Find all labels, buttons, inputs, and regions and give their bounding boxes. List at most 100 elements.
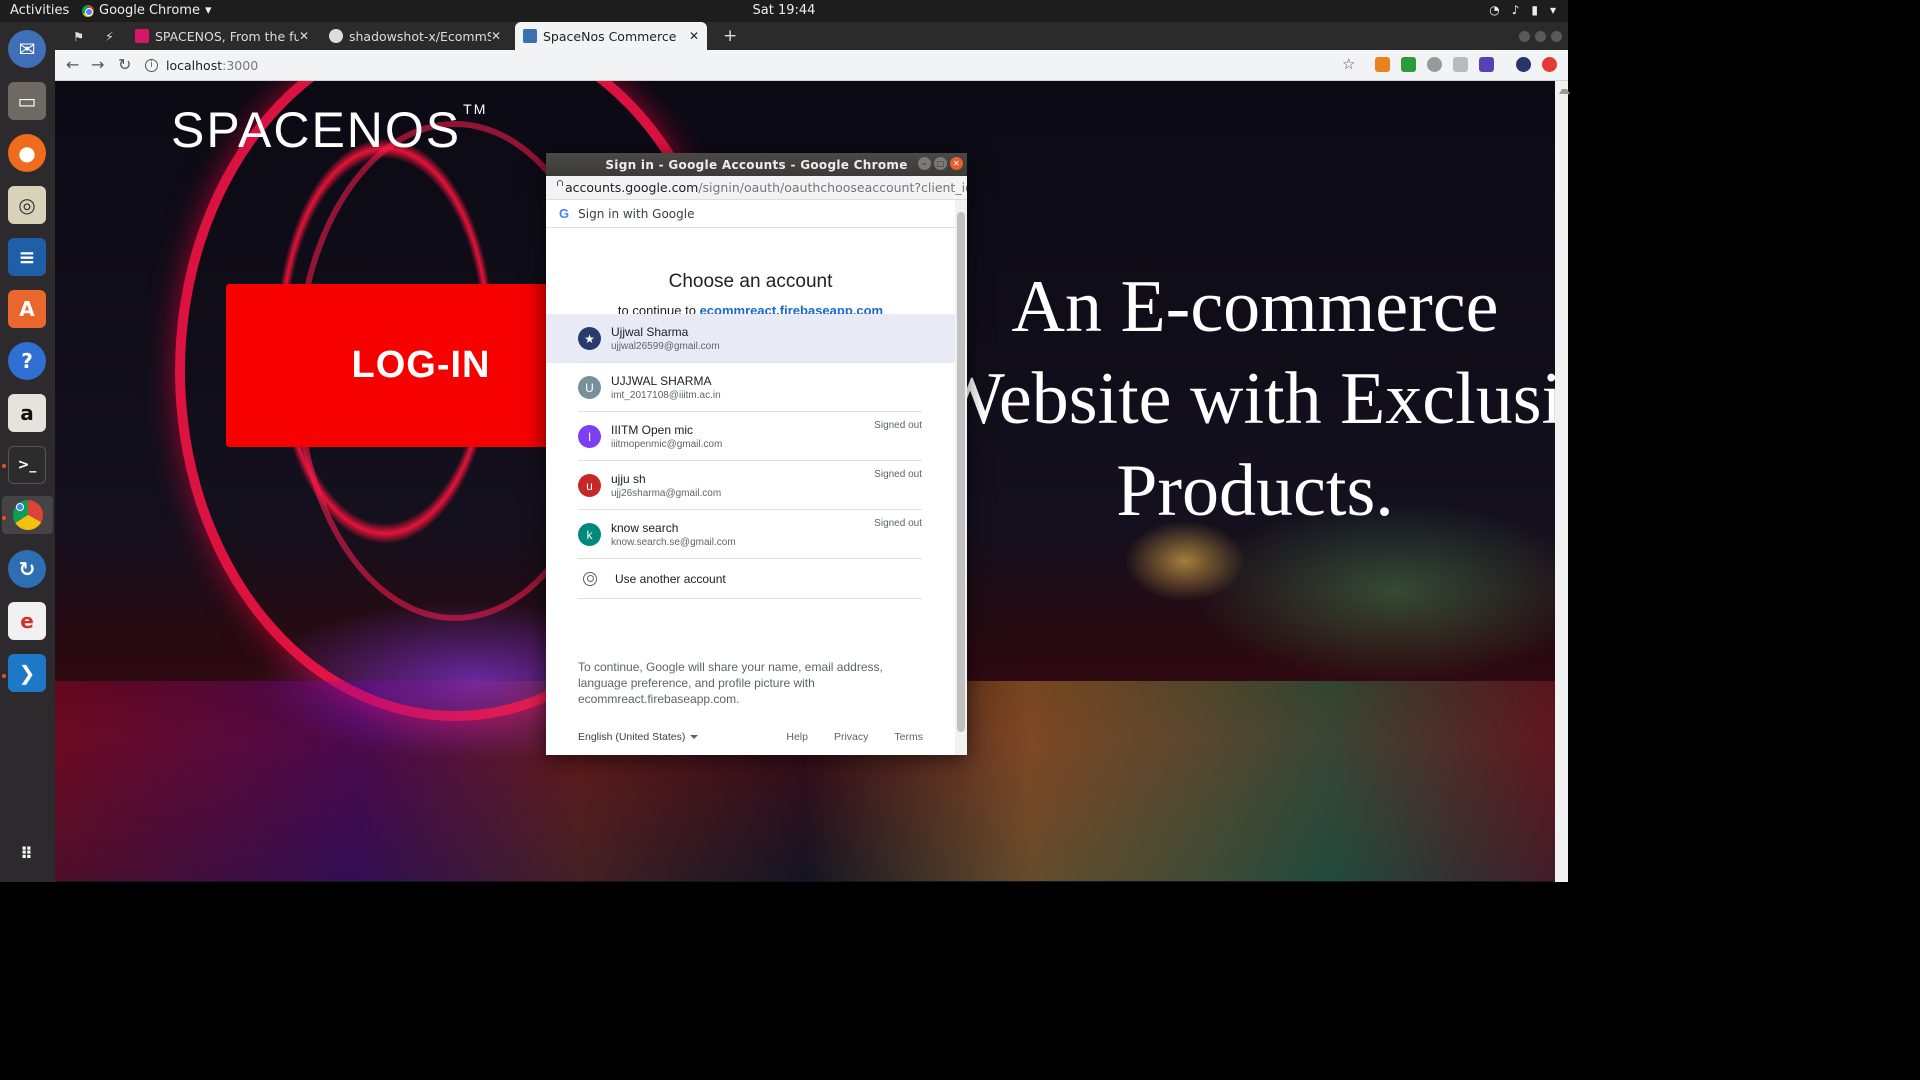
new-tab-button[interactable]: + — [715, 22, 741, 50]
clock[interactable]: Sat 19:44 — [0, 3, 1568, 18]
language-label: English (United States) — [578, 731, 686, 743]
software-center-icon[interactable]: A — [8, 290, 46, 328]
help-link[interactable]: Help — [786, 731, 808, 743]
tab-spacenos-home[interactable]: SPACENOS, From the futu ✕ — [127, 22, 317, 50]
system-tray[interactable]: ◔ ♪ ▮ ▾ — [1489, 3, 1556, 17]
rhythmbox-icon[interactable]: ◎ — [8, 186, 46, 224]
running-indicator — [2, 516, 6, 520]
popup-close-button[interactable]: ✕ — [950, 157, 963, 170]
popup-maximize-button[interactable]: □ — [934, 157, 947, 170]
brand-logo[interactable]: SPACENOS TM — [171, 101, 487, 159]
adblock-icon[interactable] — [1427, 57, 1442, 72]
tab-github[interactable]: shadowshot-x/EcommSin ✕ — [321, 22, 509, 50]
system-top-bar: Activities Google Chrome ▾ Sat 19:44 ◔ ♪… — [0, 0, 1568, 22]
chrome-icon — [12, 500, 43, 530]
close-window-button[interactable] — [1551, 31, 1562, 42]
popup-titlebar[interactable]: Sign in - Google Accounts - Google Chrom… — [546, 153, 967, 176]
update-icon[interactable] — [1542, 57, 1557, 72]
popup-address-bar[interactable]: accounts.google.com/signin/oauth/oauthch… — [546, 176, 967, 200]
account-item[interactable]: I IIITM Open mic iiitmopenmic@gmail.com S… — [546, 412, 955, 461]
avatar: k — [578, 523, 601, 546]
account-name: IIITM Open mic — [611, 423, 694, 437]
tab-title: shadowshot-x/EcommSin — [349, 28, 491, 44]
popup-window-title: Sign in - Google Accounts - Google Chrom… — [605, 157, 908, 172]
close-tab-icon[interactable]: ✕ — [689, 29, 699, 43]
account-item[interactable]: u ujju sh ujj26sharma@gmail.com Signed ou… — [546, 461, 955, 510]
reload-icon[interactable]: ↻ — [118, 55, 131, 74]
browser-toolbar: ← → ↻ i localhost:3000 ☆ — [55, 50, 1568, 81]
avatar: ★ — [578, 327, 601, 350]
popup-url-host: accounts.google.com — [565, 180, 699, 195]
account-email: iiitmopenmic@gmail.com — [611, 439, 723, 450]
language-select[interactable]: English (United States) — [578, 731, 699, 743]
pinned-tab-icon: ⚑ — [73, 28, 85, 44]
consent-text: To continue, Google will share your name… — [578, 660, 883, 706]
terms-link[interactable]: Terms — [894, 731, 923, 743]
url-host: localhost — [166, 57, 223, 73]
account-status: Signed out — [874, 420, 922, 431]
account-email: know.search.se@gmail.com — [611, 537, 736, 548]
terminal-icon[interactable]: >_ — [8, 446, 46, 484]
google-footer: English (United States) Help Privacy Ter… — [578, 731, 923, 743]
tab-pinned-1[interactable]: ⚑ — [65, 22, 91, 50]
tab-title: SPACENOS, From the futu — [155, 28, 299, 44]
hero-line: An E-commerce — [1011, 266, 1499, 348]
address-bar[interactable]: i localhost:3000 — [145, 54, 1335, 76]
close-tab-icon[interactable]: ✕ — [299, 29, 309, 43]
privacy-link[interactable]: Privacy — [834, 731, 868, 743]
cors-extension-icon[interactable] — [1401, 57, 1416, 72]
sync-icon[interactable]: ↻ — [8, 550, 46, 588]
tab-title: SpaceNos Commerce — [543, 28, 677, 44]
url-port: :3000 — [222, 57, 259, 73]
hero-text: An E-commerce Website with Exclusive Pro… — [935, 261, 1555, 537]
running-indicator — [2, 674, 6, 678]
account-item[interactable]: ★ Ujjwal Sharma ujjwal26599@gmail.com — [546, 314, 955, 363]
back-icon[interactable]: ← — [66, 55, 79, 74]
info-icon[interactable]: i — [145, 58, 158, 72]
google-signin-popup: Sign in - Google Accounts - Google Chrom… — [546, 153, 967, 755]
popup-url-path: /signin/oauth/oauthchooseaccount?client_… — [698, 180, 967, 195]
document-viewer-icon[interactable]: e — [8, 602, 46, 640]
profile-avatar[interactable] — [1516, 57, 1531, 72]
hero-line: Products. — [1116, 450, 1394, 532]
account-item[interactable]: U UJJWAL SHARMA imt_2017108@iiitm.ac.in — [546, 363, 955, 412]
chrome-dock-icon[interactable] — [2, 496, 53, 534]
files-icon[interactable]: ▭ — [8, 82, 46, 120]
forward-icon[interactable]: → — [91, 55, 104, 74]
maximize-window-button[interactable] — [1535, 31, 1546, 42]
account-email: imt_2017108@iiitm.ac.in — [611, 390, 721, 401]
shield-icon[interactable] — [1453, 57, 1468, 72]
popup-minimize-button[interactable]: – — [918, 157, 931, 170]
plus-icon: + — [723, 26, 738, 46]
vscode-icon[interactable]: ❯ — [8, 654, 46, 692]
metamask-icon[interactable] — [1375, 57, 1390, 72]
use-another-account-label: Use another account — [615, 572, 726, 586]
battery-icon: ▮ — [1531, 3, 1538, 17]
close-tab-icon[interactable]: ✕ — [491, 29, 501, 43]
help-icon[interactable]: ? — [8, 342, 46, 380]
account-status: Signed out — [874, 518, 922, 529]
dock: ✉ ▭ ● ◎ ≡ A ? a >_ ↻ e ❯ ⠿ — [0, 22, 55, 882]
popup-scrollbar-thumb[interactable] — [957, 212, 965, 732]
screen-extension-icon[interactable] — [1479, 57, 1494, 72]
tab-pinned-2[interactable]: ⚡ — [97, 22, 123, 50]
writer-icon[interactable]: ≡ — [8, 238, 46, 276]
page-scrollbar[interactable] — [1555, 81, 1570, 882]
show-apps-icon[interactable]: ⠿ — [8, 834, 46, 872]
minimize-window-button[interactable] — [1519, 31, 1530, 42]
account-status: Signed out — [874, 469, 922, 480]
firefox-icon[interactable]: ● — [8, 134, 46, 172]
account-email: ujjwal26599@gmail.com — [611, 341, 720, 352]
react-favicon-icon — [523, 29, 537, 43]
tab-spacenos-commerce[interactable]: SpaceNos Commerce ✕ — [515, 22, 707, 50]
trademark-mark: TM — [463, 101, 488, 117]
amazon-icon[interactable]: a — [8, 394, 46, 432]
thunderbird-icon[interactable]: ✉ — [8, 30, 46, 68]
popup-scrollbar[interactable] — [955, 200, 967, 755]
avatar: I — [578, 425, 601, 448]
use-another-account-button[interactable]: Use another account — [546, 559, 955, 599]
bookmark-star-icon[interactable]: ☆ — [1342, 55, 1355, 73]
google-header-label: Sign in with Google — [578, 206, 695, 221]
account-item[interactable]: k know search know.search.se@gmail.com Si… — [546, 510, 955, 559]
avatar: U — [578, 376, 601, 399]
